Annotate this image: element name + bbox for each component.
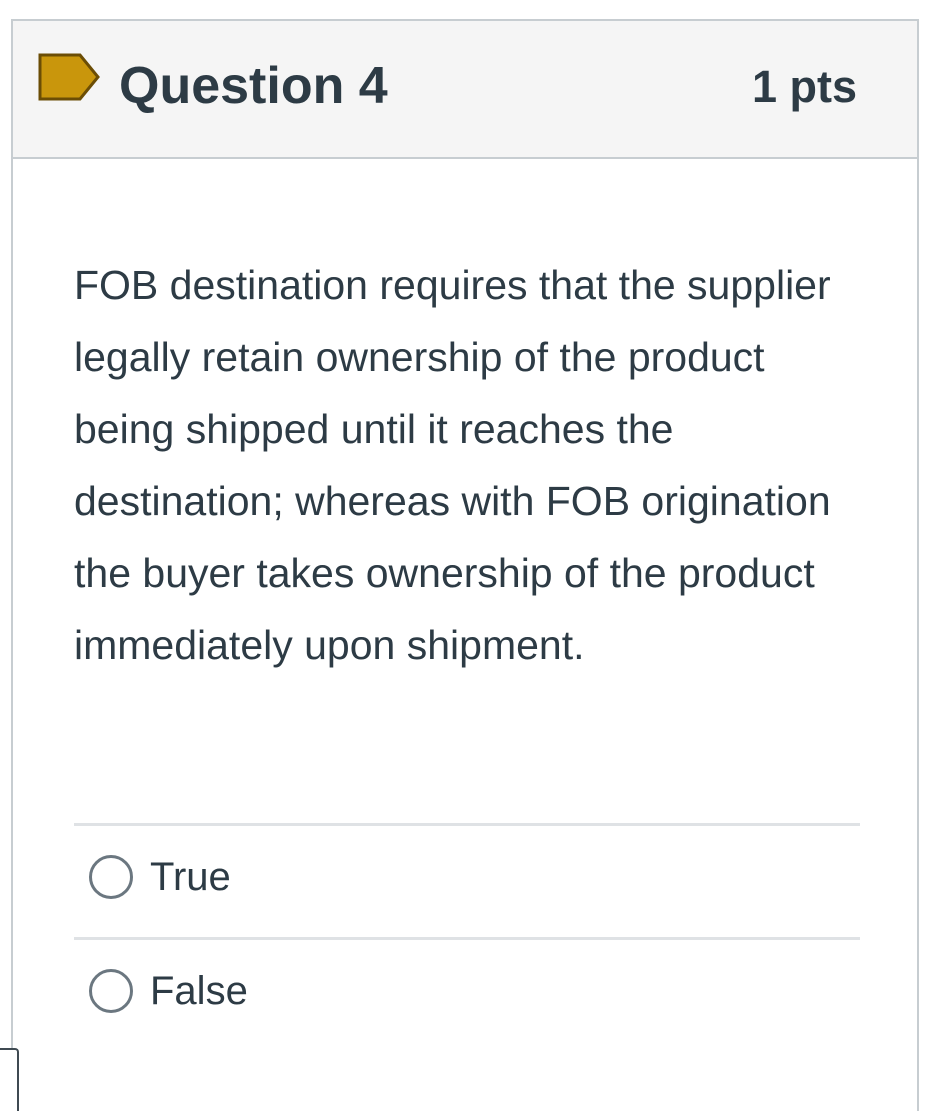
page: Question 4 1 pts FOB destination require… bbox=[0, 0, 951, 1111]
question-card: Question 4 1 pts FOB destination require… bbox=[11, 19, 919, 1111]
question-header: Question 4 1 pts bbox=[13, 21, 917, 159]
question-text: FOB destination requires that the suppli… bbox=[74, 262, 831, 668]
bookmark-flag-icon[interactable] bbox=[38, 53, 100, 101]
answer-divider bbox=[74, 937, 860, 940]
question-points: 1 pts bbox=[751, 61, 857, 112]
answer-divider bbox=[74, 823, 860, 826]
side-panel-tab[interactable] bbox=[0, 1048, 19, 1111]
answer-label[interactable]: True bbox=[150, 849, 231, 905]
radio-button[interactable] bbox=[89, 969, 133, 1013]
radio-button[interactable] bbox=[89, 855, 133, 899]
question-title: Question 4 bbox=[119, 57, 388, 115]
answer-label[interactable]: False bbox=[150, 963, 248, 1019]
flag-shape bbox=[38, 53, 100, 101]
